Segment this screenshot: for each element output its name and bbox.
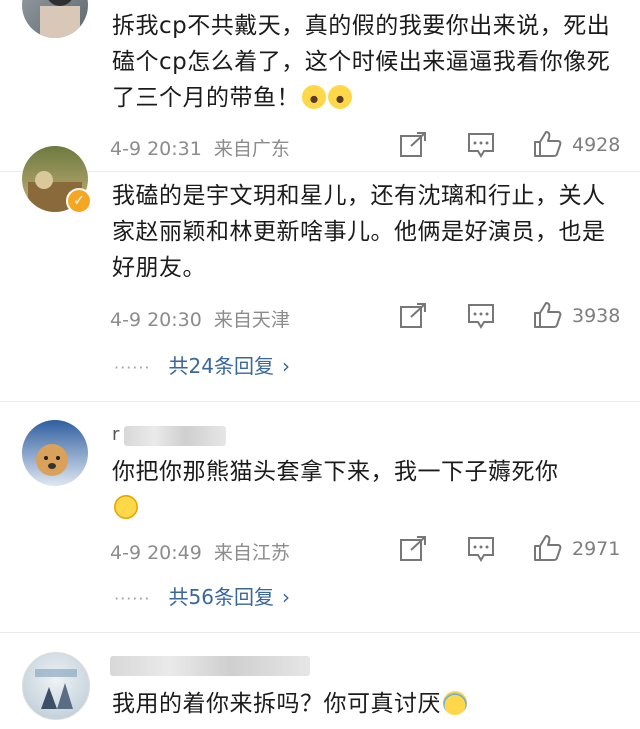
comment-meta: 4-9 20:49 来自江苏	[110, 538, 290, 565]
reply-dots: ······	[114, 589, 151, 608]
reply-count: 共56条回复	[168, 585, 274, 609]
user-photo-icon	[40, 0, 80, 38]
location: 来自广东	[213, 138, 290, 160]
comment-text: 我用的着你来拆吗？你可真讨厌	[112, 686, 617, 722]
astonished-emoji-icon	[302, 85, 326, 109]
avatar[interactable]	[22, 0, 88, 38]
share-icon[interactable]	[398, 131, 428, 159]
username-blur	[124, 426, 226, 446]
comment-text: 我磕的是宇文玥和星儿，还有沈璃和行止，关人家赵丽颖和林更新啥事儿。他俩是好演员，…	[112, 183, 606, 281]
timestamp: 4-9 20:31	[110, 138, 202, 160]
comment-icon[interactable]	[466, 302, 496, 330]
chevron-right-icon: ›	[281, 585, 290, 609]
username-blur	[110, 656, 310, 676]
divider	[0, 401, 640, 402]
thinking-emoji-icon	[114, 495, 138, 519]
like-icon[interactable]	[532, 534, 562, 562]
comment-icon[interactable]	[466, 535, 496, 563]
like-icon[interactable]	[532, 130, 562, 158]
astonished-emoji-icon	[328, 85, 352, 109]
comment-meta: 4-9 20:31 来自广东	[110, 134, 290, 161]
divider	[0, 632, 640, 633]
timestamp: 4-9 20:30	[110, 309, 202, 331]
comment-text: 拆我cp不共戴天，真的假的我要你出来说，死出磕个cp怎么着了，这个时候出来逼逼我…	[112, 13, 611, 111]
username[interactable]: r	[112, 424, 119, 445]
timestamp: 4-9 20:49	[110, 542, 202, 564]
chevron-right-icon: ›	[281, 354, 290, 378]
location: 来自江苏	[213, 542, 290, 564]
poster-avatar-icon	[35, 669, 77, 709]
avatar[interactable]	[22, 420, 88, 486]
like-count: 3938	[572, 305, 621, 327]
avatar[interactable]	[22, 652, 90, 720]
laughing-tears-emoji-icon	[443, 691, 467, 715]
comment-text: 你把你那熊猫头套拿下来，我一下子薅死你	[112, 454, 617, 526]
comment-meta: 4-9 20:30 来自天津	[110, 305, 290, 332]
reply-dots: ······	[114, 358, 151, 377]
like-count: 2971	[572, 538, 621, 560]
divider	[0, 171, 640, 172]
view-replies-link[interactable]: ······ 共24条回复 ›	[114, 350, 290, 379]
share-icon[interactable]	[398, 302, 428, 330]
verified-badge-icon: ✓	[66, 188, 92, 214]
like-icon[interactable]	[532, 301, 562, 329]
puppy-photo-icon	[36, 444, 68, 476]
reply-count: 共24条回复	[168, 354, 274, 378]
share-icon[interactable]	[398, 535, 428, 563]
view-replies-link[interactable]: ······ 共56条回复 ›	[114, 581, 290, 610]
comment-icon[interactable]	[466, 131, 496, 159]
like-count: 4928	[572, 134, 621, 156]
location: 来自天津	[213, 309, 290, 331]
